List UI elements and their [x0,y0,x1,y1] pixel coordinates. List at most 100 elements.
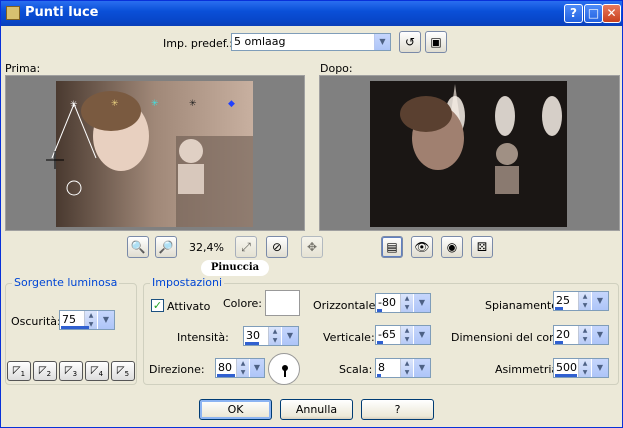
vertical-value: -65 [378,328,396,341]
chevron-down-icon[interactable]: ▼ [414,294,430,312]
updown-icon[interactable]: ▲ ▼ [236,359,249,377]
cone-value: 20 [556,328,570,341]
horizontal-value: -80 [378,296,396,309]
preset-value: 5 omlaag [234,35,286,48]
horizontal-bar [377,309,382,312]
save-icon: ▣ [430,35,442,49]
direction-label: Direzione: [149,363,205,376]
auto-proof-button[interactable]: ◉ [441,236,463,258]
locate-button[interactable]: ⊘ [266,236,288,258]
darkness-spinner[interactable]: 75 ▲ ▼ ▼ [59,310,115,330]
scale-value: 8 [378,361,385,374]
svg-text:✳: ✳ [111,99,119,109]
smoothing-value: 25 [556,294,570,307]
chevron-down-icon[interactable]: ▼ [592,326,608,344]
scale-label: Scala: [339,363,373,376]
save-preset-button[interactable]: ▣ [425,31,447,53]
move-icon: ✥ [306,240,318,254]
preset-select[interactable]: 5 omlaag ▼ [231,33,391,51]
smoothing-spinner[interactable]: 25 ▲ ▼ ▼ [553,291,609,311]
light-1-button[interactable]: ◸1 [7,361,31,381]
zoom-in-icon: 🔎 [158,240,174,254]
asymmetry-bar [555,374,577,377]
light-icon: ◸ [38,365,47,376]
light-icon: ◸ [90,365,99,376]
horizontal-spinner[interactable]: -80 ▲ ▼ ▼ [375,293,431,313]
maximize-button[interactable]: □ [584,4,603,23]
chevron-down-icon[interactable]: ▼ [414,359,430,377]
zoom-out-button[interactable]: 🔍 [127,236,149,258]
before-image: ✳ ✳ ✳ ✳ ◆ [46,81,253,227]
darkness-label: Oscurità: [11,315,61,328]
updown-icon[interactable]: ▲ ▼ [400,294,413,312]
reset-preset-button[interactable]: ↺ [399,31,421,53]
cancel-button[interactable]: Annulla [280,399,353,420]
direction-spinner[interactable]: 80 ▲ ▼ ▼ [215,358,265,378]
window-title: Punti luce [25,5,99,20]
direction-value: 80 [218,361,232,374]
light-5-button[interactable]: ◸5 [111,361,135,381]
svg-text:◆: ◆ [228,99,235,109]
light-2-button[interactable]: ◸2 [33,361,57,381]
svg-text:✳: ✳ [151,99,159,109]
updown-icon[interactable]: ▲ ▼ [578,326,591,344]
chevron-down-icon[interactable]: ▼ [98,311,114,329]
vertical-spinner[interactable]: -65 ▲ ▼ ▼ [375,325,431,345]
before-preview[interactable]: ✳ ✳ ✳ ✳ ◆ [5,75,305,231]
chevron-down-icon[interactable]: ▼ [592,292,608,310]
dial-knob [282,365,288,371]
updown-icon[interactable]: ▲ ▼ [400,359,413,377]
chevron-down-icon[interactable]: ▼ [250,359,264,377]
updown-icon[interactable]: ▲ ▼ [400,326,413,344]
help-button[interactable]: ? [361,399,434,420]
preview-on-image-button[interactable]: 👁 [411,236,433,258]
after-preview [319,75,620,231]
updown-icon[interactable]: ▲ ▼ [578,359,591,377]
zoom-out-icon: 🔍 [130,240,146,254]
updown-icon[interactable]: ▲ ▼ [268,327,281,345]
color-label: Colore: [223,297,262,310]
dialog-window: Punti luce ? □ ✕ Imp. predef.: 5 omlaag … [0,0,623,428]
cone-bar [555,341,563,344]
smoothing-bar [555,307,563,310]
grid-icon: ▤ [386,240,398,254]
reset-icon: ↺ [404,35,416,49]
randomize-button[interactable]: ⚄ [471,236,493,258]
chevron-down-icon[interactable]: ▼ [592,359,608,377]
svg-text:✳: ✳ [189,99,197,109]
asymmetry-value: 500 [556,361,577,374]
before-label: Prima: [5,62,41,75]
darkness-bar [61,326,89,329]
updown-icon[interactable]: ▲ ▼ [578,292,591,310]
chevron-down-icon[interactable]: ▼ [414,326,430,344]
help-title-button[interactable]: ? [564,4,583,23]
intensity-spinner[interactable]: 30 ▲ ▼ ▼ [243,326,299,346]
chevron-down-icon[interactable]: ▼ [282,327,298,345]
proof-toggle-button[interactable]: ▤ [381,236,403,258]
direction-bar [217,374,235,377]
app-icon [6,6,20,20]
fit-window-button[interactable]: ⤢ [235,236,257,258]
light-icon: ◸ [116,365,125,376]
scale-spinner[interactable]: 8 ▲ ▼ ▼ [375,358,431,378]
light-4-button[interactable]: ◸4 [85,361,109,381]
asymmetry-spinner[interactable]: 500 ▲ ▼ ▼ [553,358,609,378]
intensity-bar [245,342,259,345]
enabled-checkbox[interactable]: ✓ [151,299,164,312]
watermark-badge: Pinuccia [201,260,269,276]
intensity-label: Intensità: [177,331,229,344]
cone-spinner[interactable]: 20 ▲ ▼ ▼ [553,325,609,345]
move-button[interactable]: ✥ [301,236,323,258]
darkness-value: 75 [62,313,76,326]
light-3-button[interactable]: ◸3 [59,361,83,381]
direction-dial[interactable] [268,353,300,385]
zoom-in-button[interactable]: 🔎 [155,236,177,258]
title-bar[interactable]: Punti luce ? □ ✕ [1,1,622,26]
color-swatch[interactable] [265,290,300,316]
close-button[interactable]: ✕ [602,4,621,23]
after-image [370,81,567,227]
chevron-down-icon[interactable]: ▼ [374,34,390,50]
ok-button[interactable]: OK [199,399,272,420]
light-icon: ◸ [12,365,21,376]
eye-icon: ◉ [446,240,458,254]
